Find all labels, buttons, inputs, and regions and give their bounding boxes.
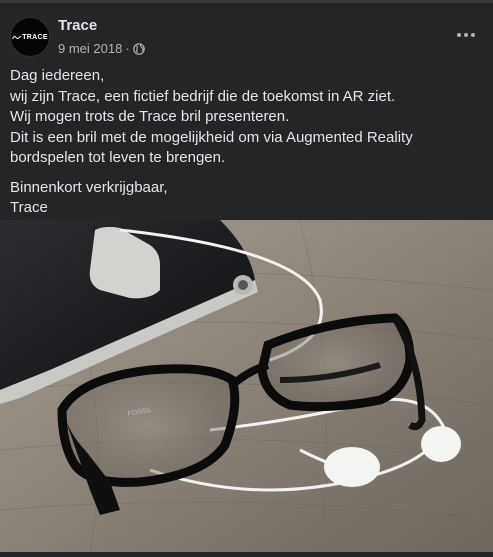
earbud-right [421,426,461,462]
trace-logo-icon: TRACE [12,34,48,41]
more-dot [464,33,468,37]
text-line: Trace [10,199,48,216]
post-meta: 9 mei 2018 · [58,41,145,56]
glasses-photo: FOSSIL [0,220,493,552]
text-line: Dag iedereen, [10,67,105,84]
text-line: Dit is een bril met de mogelijkheid om v… [10,128,413,146]
avatar-text: TRACE [22,33,48,41]
page-name-link[interactable]: Trace [58,17,97,34]
more-dot [471,33,475,37]
text-line: bordspelen tot leven te brengen. [10,149,226,166]
text-line: wij zijn Trace, een fictief bedrijf die … [10,87,396,105]
post-date-link[interactable]: 9 mei 2018 [58,41,122,56]
text-line: Wij mogen trots de Trace bril presentere… [10,108,290,125]
meta-separator: · [125,41,130,56]
more-options-button[interactable] [451,23,481,47]
globe-icon[interactable] [132,42,145,55]
post-header: TRACE Trace 9 mei 2018 · [10,17,483,61]
earbud-left [324,447,380,487]
page-avatar[interactable]: TRACE [10,17,50,57]
post-paragraph-2: Binnenkort verkrijgbaar, Trace [10,178,481,219]
post-photo[interactable]: FOSSIL [0,220,493,552]
post-text: Dag iedereen, wij zijn Trace, een fictie… [10,66,481,219]
more-dots-icon [457,33,461,37]
post-card: TRACE Trace 9 mei 2018 · Dag iedereen, w… [0,0,493,557]
post-paragraph-1: Dag iedereen, wij zijn Trace, een fictie… [10,66,481,169]
text-line: Binnenkort verkrijgbaar, [10,178,168,196]
